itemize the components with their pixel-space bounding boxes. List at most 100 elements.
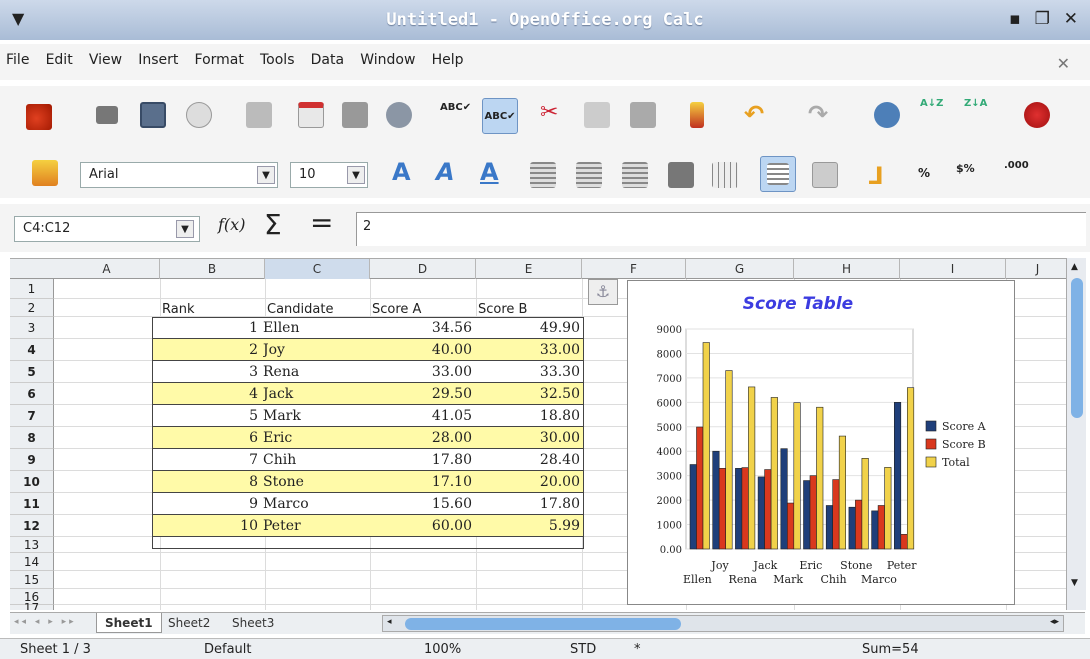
menu-view[interactable]: View [83, 44, 128, 76]
row-header[interactable]: 17 [10, 602, 54, 610]
column-header-b[interactable]: B [160, 259, 265, 279]
tab-navigation-icon[interactable]: ◂◂ ◂ ▸ ▸▸ [14, 617, 77, 627]
cell-rank[interactable]: 2 [153, 339, 260, 361]
new-document-icon[interactable] [26, 104, 52, 130]
cell-score-a[interactable]: 41.05 [370, 405, 474, 427]
italic-icon[interactable]: A [436, 158, 455, 186]
scroll-left-icon[interactable]: ◂ [387, 617, 392, 627]
chevron-down-icon[interactable]: ▼ [257, 166, 275, 184]
spreadsheet-grid[interactable]: ABCDEFGHIJ 1 2 3 4 5 6 7 8 9 10 11 12 13 14 15 16 17 Ran… [10, 258, 1085, 610]
menu-format[interactable]: Format [189, 44, 250, 76]
row-header[interactable]: 9 [10, 449, 54, 471]
horizontal-scrollbar[interactable]: ◂ ◂▸ [382, 615, 1064, 632]
menu-edit[interactable]: Edit [40, 44, 79, 76]
chevron-down-icon[interactable]: ▼ [176, 220, 194, 238]
column-header-i[interactable]: I [900, 259, 1006, 279]
align-right-icon[interactable] [622, 162, 648, 188]
column-header-h[interactable]: H [794, 259, 900, 279]
page-preview-icon[interactable] [386, 102, 412, 128]
cell-rank[interactable]: 9 [153, 493, 260, 515]
undo-icon[interactable]: ↶ [744, 100, 764, 128]
row-header[interactable]: 8 [10, 427, 54, 449]
cell-score-b[interactable]: 33.30 [476, 361, 582, 383]
row-header[interactable]: 11 [10, 493, 54, 515]
copy-icon[interactable] [584, 102, 610, 128]
print-icon[interactable] [342, 102, 368, 128]
function-wizard-icon[interactable]: f(x) [218, 215, 245, 234]
cell-score-b[interactable]: 33.00 [476, 339, 582, 361]
cell-score-a[interactable]: 40.00 [370, 339, 474, 361]
merge-cells-icon[interactable] [712, 162, 738, 188]
row-header[interactable]: 15 [10, 571, 54, 589]
cell-rank[interactable]: 5 [153, 405, 260, 427]
cut-icon[interactable]: ✂ [540, 100, 558, 125]
add-decimal-icon[interactable]: $% [956, 162, 975, 175]
cell-candidate[interactable]: Mark [263, 405, 367, 427]
cell-candidate[interactable]: Eric [263, 427, 367, 449]
font-size-box[interactable]: 10 ▼ [290, 162, 368, 188]
cell-rank[interactable]: 10 [153, 515, 260, 537]
scroll-right-icon[interactable]: ◂▸ [1050, 617, 1059, 627]
menu-tools[interactable]: Tools [254, 44, 301, 76]
align-bottom-icon[interactable] [812, 162, 838, 188]
row-header[interactable]: 2 [10, 299, 54, 317]
chart-object[interactable]: Score Table 0.00 1000 2000 3000 4000 5000 6000 7… [627, 280, 1015, 605]
cell-candidate[interactable]: Rena [263, 361, 367, 383]
cell-score-b[interactable]: 17.80 [476, 493, 582, 515]
function-icon[interactable]: = [310, 206, 333, 239]
header-score-a[interactable]: Score A [372, 299, 472, 317]
save-icon[interactable] [140, 102, 166, 128]
row-header[interactable]: 3 [10, 317, 54, 339]
open-folder-icon[interactable] [96, 106, 118, 124]
delete-decimal-icon[interactable]: .000 [1004, 160, 1029, 171]
menu-data[interactable]: Data [305, 44, 350, 76]
justify-icon[interactable] [668, 162, 694, 188]
cell-candidate[interactable]: Joy [263, 339, 367, 361]
cell-score-a[interactable]: 17.10 [370, 471, 474, 493]
cell-candidate[interactable]: Chih [263, 449, 367, 471]
chevron-down-icon[interactable]: ▼ [347, 166, 365, 184]
row-header[interactable]: 7 [10, 405, 54, 427]
wrap-text-icon[interactable] [760, 156, 796, 192]
cell-score-b[interactable]: 5.99 [476, 515, 582, 537]
scroll-down-icon[interactable]: ▼ [1071, 578, 1078, 588]
email-icon[interactable] [186, 102, 212, 128]
sum-icon[interactable]: Σ [264, 208, 282, 241]
hyperlink-icon[interactable] [874, 102, 900, 128]
column-header-d[interactable]: D [370, 259, 476, 279]
vertical-scroll-thumb[interactable] [1071, 278, 1083, 418]
cell-rank[interactable]: 6 [153, 427, 260, 449]
row-header[interactable]: 12 [10, 515, 54, 537]
scroll-up-icon[interactable]: ▲ [1071, 262, 1078, 272]
column-header-f[interactable]: F [582, 259, 686, 279]
header-rank[interactable]: Rank [162, 299, 262, 317]
align-left-icon[interactable] [530, 162, 556, 188]
paste-icon[interactable] [630, 102, 656, 128]
sort-ascending-icon[interactable]: A↓Z [920, 98, 943, 109]
header-candidate[interactable]: Candidate [267, 299, 367, 317]
percent-format-icon[interactable]: % [918, 166, 930, 180]
row-header[interactable]: 13 [10, 537, 54, 553]
cell-rank[interactable]: 8 [153, 471, 260, 493]
formula-input[interactable]: 2 [356, 212, 1086, 246]
cell-candidate[interactable]: Marco [263, 493, 367, 515]
row-header[interactable]: 10 [10, 471, 54, 493]
styles-icon[interactable] [32, 160, 58, 186]
sort-descending-icon[interactable]: Z↓A [964, 98, 987, 109]
tab-sheet1[interactable]: Sheet1 [96, 613, 162, 633]
row-header[interactable]: 4 [10, 339, 54, 361]
status-selection-mode[interactable]: STD [570, 642, 596, 657]
bold-icon[interactable]: A [392, 158, 411, 186]
clone-formatting-icon[interactable] [690, 102, 704, 128]
window-controls[interactable]: ▪ ❐ ✕ [1009, 9, 1082, 29]
insert-chart-icon[interactable] [1024, 102, 1050, 128]
cell-score-b[interactable]: 30.00 [476, 427, 582, 449]
cell-score-a[interactable]: 33.00 [370, 361, 474, 383]
cell-candidate[interactable]: Stone [263, 471, 367, 493]
name-box[interactable]: C4:C12 [14, 216, 200, 242]
cell-rank[interactable]: 7 [153, 449, 260, 471]
cell-score-b[interactable]: 28.40 [476, 449, 582, 471]
column-header-e[interactable]: E [476, 259, 582, 279]
autospellcheck-icon[interactable]: ABC✔ [482, 98, 518, 134]
status-zoom[interactable]: 100% [424, 642, 461, 657]
